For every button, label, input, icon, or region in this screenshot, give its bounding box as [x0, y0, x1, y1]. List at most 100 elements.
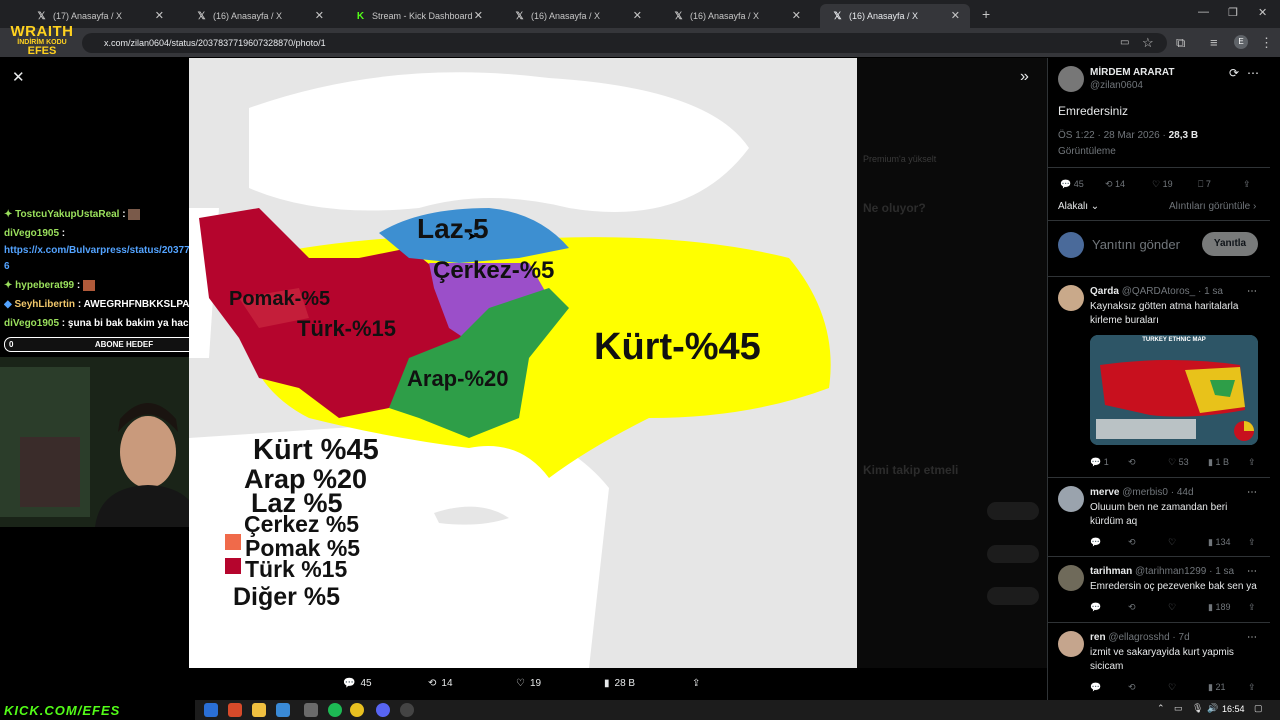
reply-image[interactable]: TURKEY ETHNIC MAP: [1090, 335, 1258, 445]
reply-submit-button[interactable]: Yanıtla: [1202, 232, 1258, 256]
close-tab-icon[interactable]: ✕: [951, 9, 960, 22]
tray-chevron-icon[interactable]: ⌃: [1157, 703, 1165, 714]
reply-handle[interactable]: @ellagrosshd · 7d: [1108, 632, 1189, 643]
like-button[interactable]: ♡: [1168, 682, 1208, 693]
browser-tab[interactable]: 𝕏 (16) Anasayfa / X ✕: [184, 4, 334, 28]
share-icon[interactable]: ⇪: [1248, 457, 1256, 468]
reply-handle[interactable]: @tarihman1299 · 1 sa: [1135, 566, 1234, 577]
share-icon[interactable]: ⇪: [1243, 179, 1251, 190]
like-button[interactable]: ♡ 19: [1152, 179, 1198, 190]
close-photo-icon[interactable]: ✕: [12, 68, 25, 86]
notifications-icon[interactable]: ▢: [1254, 703, 1263, 714]
app-icon[interactable]: [304, 703, 318, 717]
retweet-button[interactable]: ⟲: [1128, 537, 1168, 548]
window-close-icon[interactable]: ✕: [1258, 6, 1267, 19]
browser-tab[interactable]: K Stream - Kick Dashboard ✕: [343, 4, 493, 28]
share-icon[interactable]: ⇪: [1248, 682, 1256, 693]
reply-author[interactable]: Qarda: [1090, 286, 1119, 297]
map-label-turk: Türk-%15: [297, 316, 397, 341]
more-options-icon[interactable]: ⋯: [1247, 286, 1257, 297]
retweet-button[interactable]: ⟲: [1128, 457, 1168, 468]
photo-like-button[interactable]: ♡ 19: [516, 678, 541, 689]
new-tab-button[interactable]: +: [982, 6, 990, 22]
bookmark-star-icon[interactable]: ☆: [1142, 35, 1154, 51]
ethnic-map-image[interactable]: Laz-5 Çerkez-%5 Pomak-%5 Türk-%15 Arap-%…: [189, 58, 857, 668]
photo-retweet-button[interactable]: ⟲ 14: [428, 678, 453, 689]
profile-avatar[interactable]: E: [1234, 35, 1248, 49]
reply-author[interactable]: merve: [1090, 487, 1119, 498]
extensions-icon[interactable]: ⧉: [1176, 35, 1185, 51]
chat-username: hypeberat99: [15, 280, 75, 291]
author-avatar[interactable]: [1058, 66, 1084, 92]
photo-views-button[interactable]: ▮ 28 B: [604, 678, 635, 689]
views-button[interactable]: ▮ 134: [1208, 537, 1248, 548]
retweet-button[interactable]: ⟲: [1128, 602, 1168, 613]
reply-avatar[interactable]: [1058, 486, 1084, 512]
quotes-link[interactable]: Alıntıları görüntüle ›: [1169, 201, 1256, 212]
network-icon[interactable]: ▭: [1174, 703, 1183, 714]
close-tab-icon[interactable]: ✕: [633, 9, 642, 22]
retweet-button[interactable]: ⟲: [1128, 682, 1168, 693]
reply-avatar[interactable]: [1058, 631, 1084, 657]
browser-tab-active[interactable]: 𝕏 (16) Anasayfa / X ✕: [820, 4, 970, 28]
taskbar-clock[interactable]: 16:54: [1222, 704, 1245, 714]
tweet-timestamp[interactable]: ÖS 1:22 · 28 Mar 2026 ·: [1058, 130, 1166, 141]
address-bar[interactable]: x.com/zilan0604/status/20378377196073288…: [82, 33, 1167, 53]
photo-share-button[interactable]: ⇪: [692, 678, 700, 689]
volume-icon[interactable]: 🔊: [1207, 703, 1218, 714]
more-options-icon[interactable]: ⋯: [1247, 566, 1257, 577]
minimize-icon[interactable]: —: [1198, 6, 1209, 18]
reply-author[interactable]: tarihman: [1090, 566, 1132, 577]
more-options-icon[interactable]: ⋯: [1247, 66, 1259, 80]
reply-author[interactable]: ren: [1090, 632, 1106, 643]
browser-tab[interactable]: 𝕏 (16) Anasayfa / X ✕: [502, 4, 652, 28]
reply-input[interactable]: Yanıtını gönder: [1092, 237, 1180, 252]
author-name[interactable]: MİRDEM ARARAT: [1090, 67, 1174, 78]
mic-icon[interactable]: 🎙: [1192, 703, 1203, 714]
close-tab-icon[interactable]: ✕: [474, 9, 483, 22]
more-options-icon[interactable]: ⋯: [1247, 487, 1257, 498]
grok-icon[interactable]: ⟳: [1229, 66, 1239, 80]
reply-button[interactable]: 💬: [1090, 602, 1128, 613]
more-options-icon[interactable]: ⋯: [1247, 632, 1257, 643]
views-button[interactable]: ▮ 1 B: [1208, 457, 1248, 468]
share-icon[interactable]: ⇪: [1248, 537, 1256, 548]
close-tab-icon[interactable]: ✕: [792, 9, 801, 22]
author-handle[interactable]: @zilan0604: [1090, 80, 1143, 91]
close-tab-icon[interactable]: ✕: [155, 9, 164, 22]
chrome-icon[interactable]: [350, 703, 364, 717]
retweet-button[interactable]: ⟲ 14: [1105, 179, 1152, 190]
reply-button[interactable]: 💬: [1090, 682, 1128, 693]
outlook-icon[interactable]: [276, 703, 290, 717]
bookmark-button[interactable]: ⎕ 7: [1198, 179, 1243, 190]
reply-avatar[interactable]: [1058, 565, 1084, 591]
spotify-icon[interactable]: [328, 703, 342, 717]
cast-icon[interactable]: ▭: [1120, 37, 1129, 48]
browser-tab[interactable]: 𝕏 (16) Anasayfa / X ✕: [661, 4, 811, 28]
photo-reply-button[interactable]: 💬 45: [343, 678, 372, 689]
close-tab-icon[interactable]: ✕: [315, 9, 324, 22]
discord-icon[interactable]: [376, 703, 390, 717]
share-icon[interactable]: ⇪: [1248, 602, 1256, 613]
map-label-cerkez: Çerkez-%5: [433, 257, 555, 284]
reply-button[interactable]: 💬 45: [1060, 179, 1105, 190]
like-button[interactable]: ♡: [1168, 537, 1208, 548]
maximize-icon[interactable]: ❐: [1228, 6, 1238, 19]
reading-list-icon[interactable]: ≡: [1210, 35, 1218, 50]
like-button[interactable]: ♡: [1168, 602, 1208, 613]
views-button[interactable]: ▮ 189: [1208, 602, 1248, 613]
reply-handle[interactable]: @merbis0 · 44d: [1122, 487, 1193, 498]
reply-avatar[interactable]: [1058, 285, 1084, 311]
sort-dropdown[interactable]: Alakalı ⌄: [1058, 201, 1099, 212]
file-explorer-icon[interactable]: [252, 703, 266, 717]
obs-icon[interactable]: [400, 703, 414, 717]
reply-handle[interactable]: @QARDAtoros_ · 1 sa: [1122, 286, 1223, 297]
app-icon[interactable]: [228, 703, 242, 717]
reply-button[interactable]: 💬: [1090, 537, 1128, 548]
views-button[interactable]: ▮ 21: [1208, 682, 1248, 693]
like-button[interactable]: ♡ 53: [1168, 457, 1208, 468]
edge-icon[interactable]: [204, 703, 218, 717]
menu-icon[interactable]: ⋮: [1260, 35, 1273, 51]
expand-panel-icon[interactable]: »: [1020, 68, 1029, 86]
reply-button[interactable]: 💬 1: [1090, 457, 1128, 468]
